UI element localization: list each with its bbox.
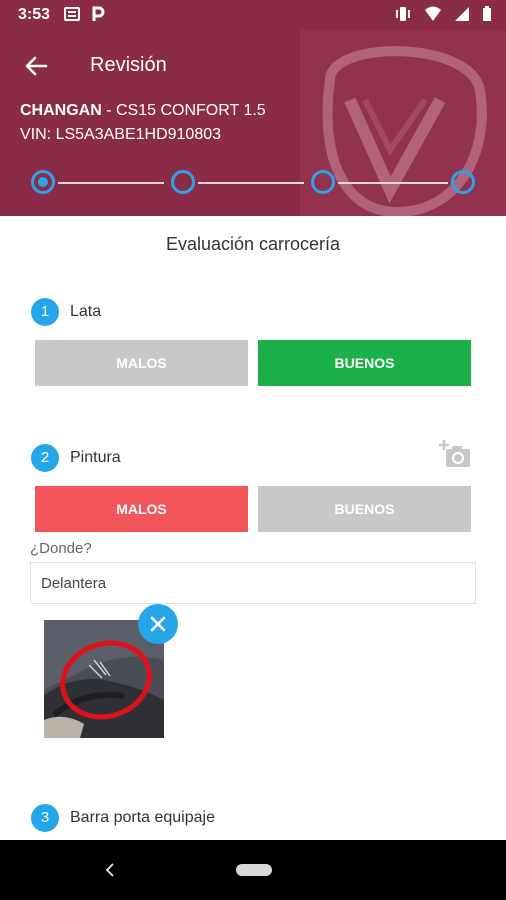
where-input[interactable] — [30, 562, 476, 604]
step-4[interactable] — [451, 170, 475, 194]
vehicle-brand: CHANGAN — [20, 102, 102, 119]
parking-app-icon — [92, 6, 105, 21]
vibrate-icon — [396, 7, 410, 21]
system-nav-bar — [0, 840, 506, 900]
signal-icon — [455, 7, 469, 21]
back-arrow-icon[interactable] — [22, 52, 50, 80]
status-bar: 3:53 — [0, 0, 506, 30]
battery-icon — [483, 6, 491, 21]
close-icon — [150, 616, 166, 632]
question-label-barra: Barra porta equipaje — [70, 809, 215, 826]
question-label-lata: Lata — [70, 303, 102, 320]
vehicle-vin: VIN: LS5A3ABE1HD910803 — [20, 126, 222, 143]
vehicle-name: CHANGAN - CS15 CONFORT 1.5 — [20, 102, 266, 120]
notification-icon — [64, 7, 80, 21]
step-2[interactable] — [171, 170, 195, 194]
step-1[interactable] — [31, 170, 55, 194]
header: 3:53 Revisión CHANGAN - CS15 CONFORT 1.5… — [0, 0, 506, 216]
nav-back-icon[interactable] — [102, 862, 118, 878]
question-number: 2 — [31, 444, 59, 472]
status-left-icons — [64, 6, 106, 22]
question-label-pintura: Pintura — [70, 449, 121, 466]
stepper-connector — [198, 182, 304, 184]
question-number: 3 — [31, 804, 59, 832]
evaluation-form: Evaluación carrocería 1 Lata MALOS BUENO… — [20, 216, 502, 840]
remove-photo-button[interactable] — [138, 604, 178, 644]
progress-stepper — [0, 170, 506, 200]
lata-bad-button[interactable]: MALOS — [35, 340, 248, 386]
step-3[interactable] — [311, 170, 335, 194]
status-right-icons — [394, 6, 492, 22]
add-photo-icon[interactable] — [438, 440, 472, 470]
page-title: Revisión — [90, 54, 167, 76]
nav-home-pill[interactable] — [236, 864, 272, 876]
where-label: ¿Donde? — [30, 540, 92, 557]
question-number: 1 — [31, 298, 59, 326]
stepper-connector — [58, 182, 164, 184]
vehicle-model: - CS15 CONFORT 1.5 — [101, 102, 266, 119]
pintura-good-button[interactable]: BUENOS — [258, 486, 471, 532]
lata-good-button[interactable]: BUENOS — [258, 340, 471, 386]
section-title: Evaluación carrocería — [165, 234, 341, 254]
stepper-connector — [338, 182, 448, 184]
wifi-icon — [425, 6, 441, 21]
pintura-bad-button[interactable]: MALOS — [35, 486, 248, 532]
status-time: 3:53 — [18, 6, 51, 23]
